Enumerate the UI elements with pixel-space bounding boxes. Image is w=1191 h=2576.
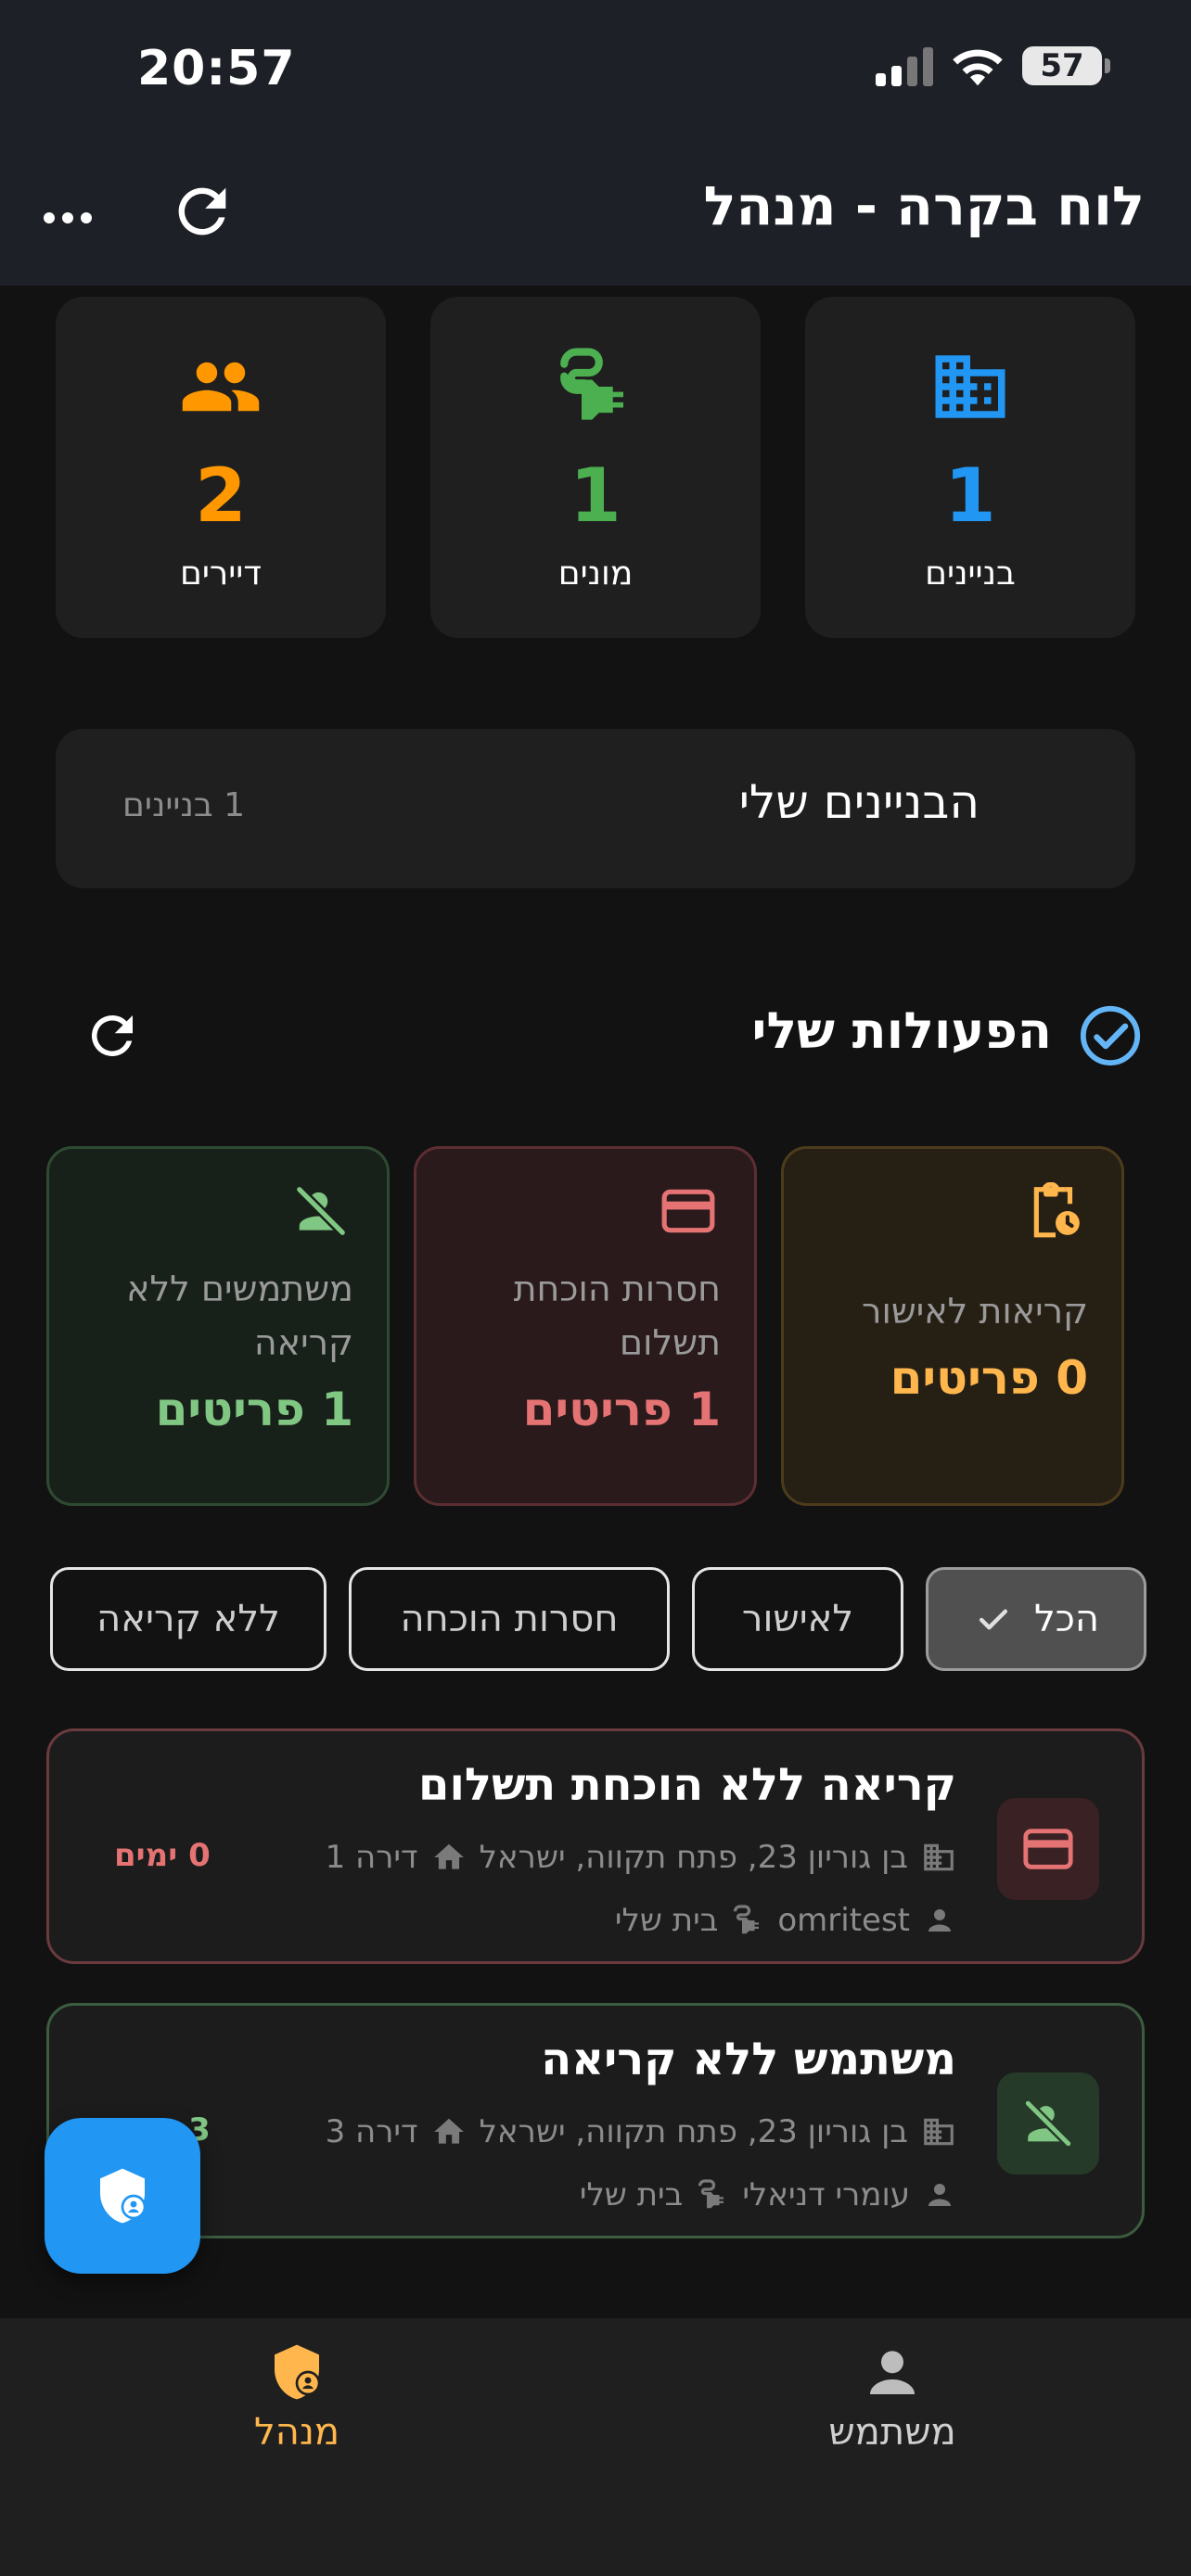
ev-plug-icon — [560, 348, 623, 420]
refresh-button[interactable] — [167, 176, 237, 247]
item-type-tile — [997, 1798, 1099, 1900]
admin-shield-icon — [100, 2168, 147, 2224]
action-item[interactable]: משתמש ללא קריאה בן גוריון 23, פתח תקווה,… — [46, 2003, 1145, 2238]
credit-card-icon — [1023, 1829, 1073, 1869]
my-buildings-title: הבניינים שלי — [738, 775, 980, 829]
item-meter: בית שלי — [579, 2176, 684, 2213]
category-users-without-reading[interactable]: משתמשים ללא קריאה 1 פריטים — [46, 1146, 390, 1506]
category-count: 1 פריטים — [522, 1383, 721, 1436]
home-icon — [433, 2118, 464, 2144]
credit-card-icon — [661, 1189, 715, 1233]
status-bar: 20:57 57 — [0, 0, 1191, 139]
building-icon — [924, 1843, 954, 1871]
stat-label: מונים — [557, 555, 634, 593]
nav-admin-label: מנהל — [253, 2411, 340, 2454]
cellular-signal-icon — [876, 45, 933, 86]
item-user-line: omritest בית שלי — [615, 1902, 956, 1939]
wifi-icon — [953, 49, 1003, 86]
clipboard-clock-icon — [1033, 1182, 1080, 1238]
ev-plug-icon — [698, 2179, 724, 2209]
app-bar: לוח בקרה - מנהל — [0, 139, 1191, 286]
action-item[interactable]: קריאה ללא הוכחת תשלום בן גוריון 23, פתח … — [46, 1728, 1145, 1964]
my-buildings-count: 1 בניינים — [122, 786, 246, 824]
stat-card-buildings[interactable]: 1 בניינים — [805, 297, 1135, 638]
item-user-line: עומרי דניאלי בית שלי — [580, 2176, 956, 2213]
filter-chip-pending[interactable]: לאישור — [692, 1567, 903, 1671]
person-icon — [928, 2184, 951, 2206]
category-count: 1 פריטים — [155, 1383, 353, 1436]
person-off-icon — [294, 1184, 348, 1238]
item-title: קריאה ללא הוכחת תשלום — [418, 1759, 956, 1811]
check-icon — [979, 1609, 1008, 1630]
item-type-tile — [997, 2072, 1099, 2174]
ev-plug-icon — [734, 1905, 760, 1934]
home-icon — [433, 1843, 464, 1869]
category-count: 0 פריטים — [890, 1351, 1088, 1405]
category-label: קריאות לאישור — [862, 1291, 1088, 1332]
refresh-icon — [178, 187, 226, 236]
filter-chip-label: ללא קריאה — [96, 1598, 280, 1640]
item-meter: בית שלי — [614, 1902, 719, 1939]
item-apartment: דירה 3 — [325, 2113, 418, 2150]
stat-value: 1 — [570, 453, 621, 539]
filter-chip-no-reading[interactable]: ללא קריאה — [50, 1567, 327, 1671]
person-icon — [928, 1909, 951, 1932]
more-horiz-icon — [44, 212, 92, 223]
stat-label: בניינים — [925, 555, 1016, 593]
building-icon — [935, 355, 1005, 418]
item-address: בן גוריון 23, פתח תקווה, ישראל — [479, 1839, 908, 1876]
page-title: לוח בקרה - מנהל — [703, 174, 1145, 237]
item-user: עומרי דניאלי — [742, 2176, 910, 2213]
category-label: חסרות הוכחת תשלום — [513, 1269, 721, 1363]
stat-card-meters[interactable]: 1 מונים — [430, 297, 761, 638]
check-circle-icon — [1080, 1005, 1141, 1066]
building-icon — [924, 2118, 954, 2146]
stat-value: 1 — [944, 453, 996, 539]
filter-chip-missing-proof[interactable]: חסרות הוכחה — [349, 1567, 670, 1671]
category-missing-payment-proof[interactable]: חסרות הוכחת תשלום 1 פריטים — [414, 1146, 757, 1506]
item-location-line: בן גוריון 23, פתח תקווה, ישראל דירה 1 — [326, 1839, 956, 1876]
filter-chip-label: לאישור — [741, 1598, 854, 1640]
item-user: omritest — [777, 1902, 910, 1939]
stat-value: 2 — [195, 453, 247, 539]
stat-label: דיירים — [179, 555, 262, 593]
people-icon — [182, 362, 260, 412]
battery-indicator: 57 — [1022, 46, 1110, 85]
item-days: 0 ימים — [114, 1837, 211, 1874]
category-label: משתמשים ללא קריאה — [126, 1269, 353, 1363]
refresh-icon — [91, 1015, 133, 1056]
my-buildings-card[interactable]: הבניינים שלי 1 בניינים — [56, 729, 1135, 888]
item-address: בן גוריון 23, פתח תקווה, ישראל — [479, 2113, 908, 2150]
item-title: משתמש ללא קריאה — [541, 2034, 956, 2085]
item-location-line: בן גוריון 23, פתח תקווה, ישראל דירה 3 — [326, 2113, 956, 2150]
nav-admin[interactable]: מנהל — [158, 2342, 436, 2454]
bottom-navigation: מנהל משתמש — [0, 2318, 1191, 2576]
filter-chip-all[interactable]: הכל — [926, 1567, 1146, 1671]
admin-fab-button[interactable] — [45, 2118, 200, 2274]
status-icons: 57 — [876, 45, 1110, 87]
stat-card-tenants[interactable]: 2 דיירים — [56, 297, 386, 638]
nav-user-label: משתמש — [828, 2411, 956, 2454]
more-options-button[interactable] — [35, 185, 100, 250]
filter-chip-label: הכל — [1033, 1598, 1100, 1640]
status-time: 20:57 — [137, 41, 296, 96]
person-off-icon — [1023, 2098, 1073, 2149]
admin-shield-icon — [275, 2344, 321, 2400]
item-apartment: דירה 1 — [325, 1839, 418, 1876]
actions-refresh-button[interactable] — [82, 1005, 143, 1066]
category-pending-approval[interactable]: קריאות לאישור 0 פריטים — [781, 1146, 1124, 1506]
person-icon — [870, 2351, 915, 2394]
nav-user[interactable]: משתמש — [753, 2342, 1031, 2454]
my-actions-title: הפעולות שלי — [751, 1001, 1052, 1060]
filter-chip-label: חסרות הוכחה — [400, 1598, 619, 1640]
